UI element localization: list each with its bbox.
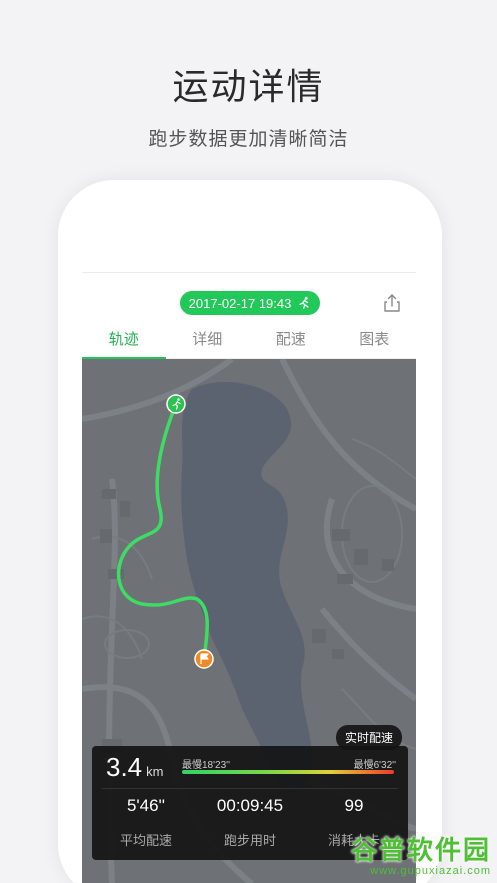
watermark-name: 谷普软件园 [350,835,491,865]
tab-chart[interactable]: 图表 [333,323,417,358]
tab-track[interactable]: 轨迹 [82,323,166,359]
tab-pace[interactable]: 配速 [249,323,333,358]
pace-min-label: 最慢18'23'' [182,760,230,771]
avg-pace-value: 5'46'' [126,796,166,815]
distance: 3.4 km [106,752,164,783]
share-icon[interactable] [382,293,402,313]
promo-title: 运动详情 [172,66,325,107]
flag-icon [194,649,214,669]
tab-bar: 轨迹 详细 配速 图表 [82,323,416,359]
stats-divider [102,788,398,789]
runner-icon [299,296,309,309]
app-screen: 2017-02-17 19:43 轨迹 详细 配速 图表 实时配速 3.4 km… [82,272,416,883]
watermark-url: www.gupuxiazai.com [370,865,491,877]
distance-value: 3.4 [106,752,143,782]
pace-max-label: 最慢6'32'' [353,760,396,771]
start-marker [166,394,186,414]
avg-pace-metric: 5'46'' 平均配速 [96,796,196,849]
duration-value: 00:09:45 [216,796,284,815]
tab-detail[interactable]: 详细 [166,323,250,358]
date-text: 2017-02-17 19:43 [188,295,292,311]
duration-metric: 00:09:45 跑步用时 [200,796,300,849]
avg-pace-label: 平均配速 [119,833,172,848]
date-badge: 2017-02-17 19:43 [180,291,320,315]
pace-gradient-bar [182,770,394,774]
promo-subtitle: 跑步数据更加清晰简洁 [148,129,349,150]
watermark: 谷普软件园 www.gupuxiazai.com [351,830,491,877]
calories-value: 99 [344,796,364,815]
duration-label: 跑步用时 [223,833,276,848]
distance-unit: km [146,764,164,779]
